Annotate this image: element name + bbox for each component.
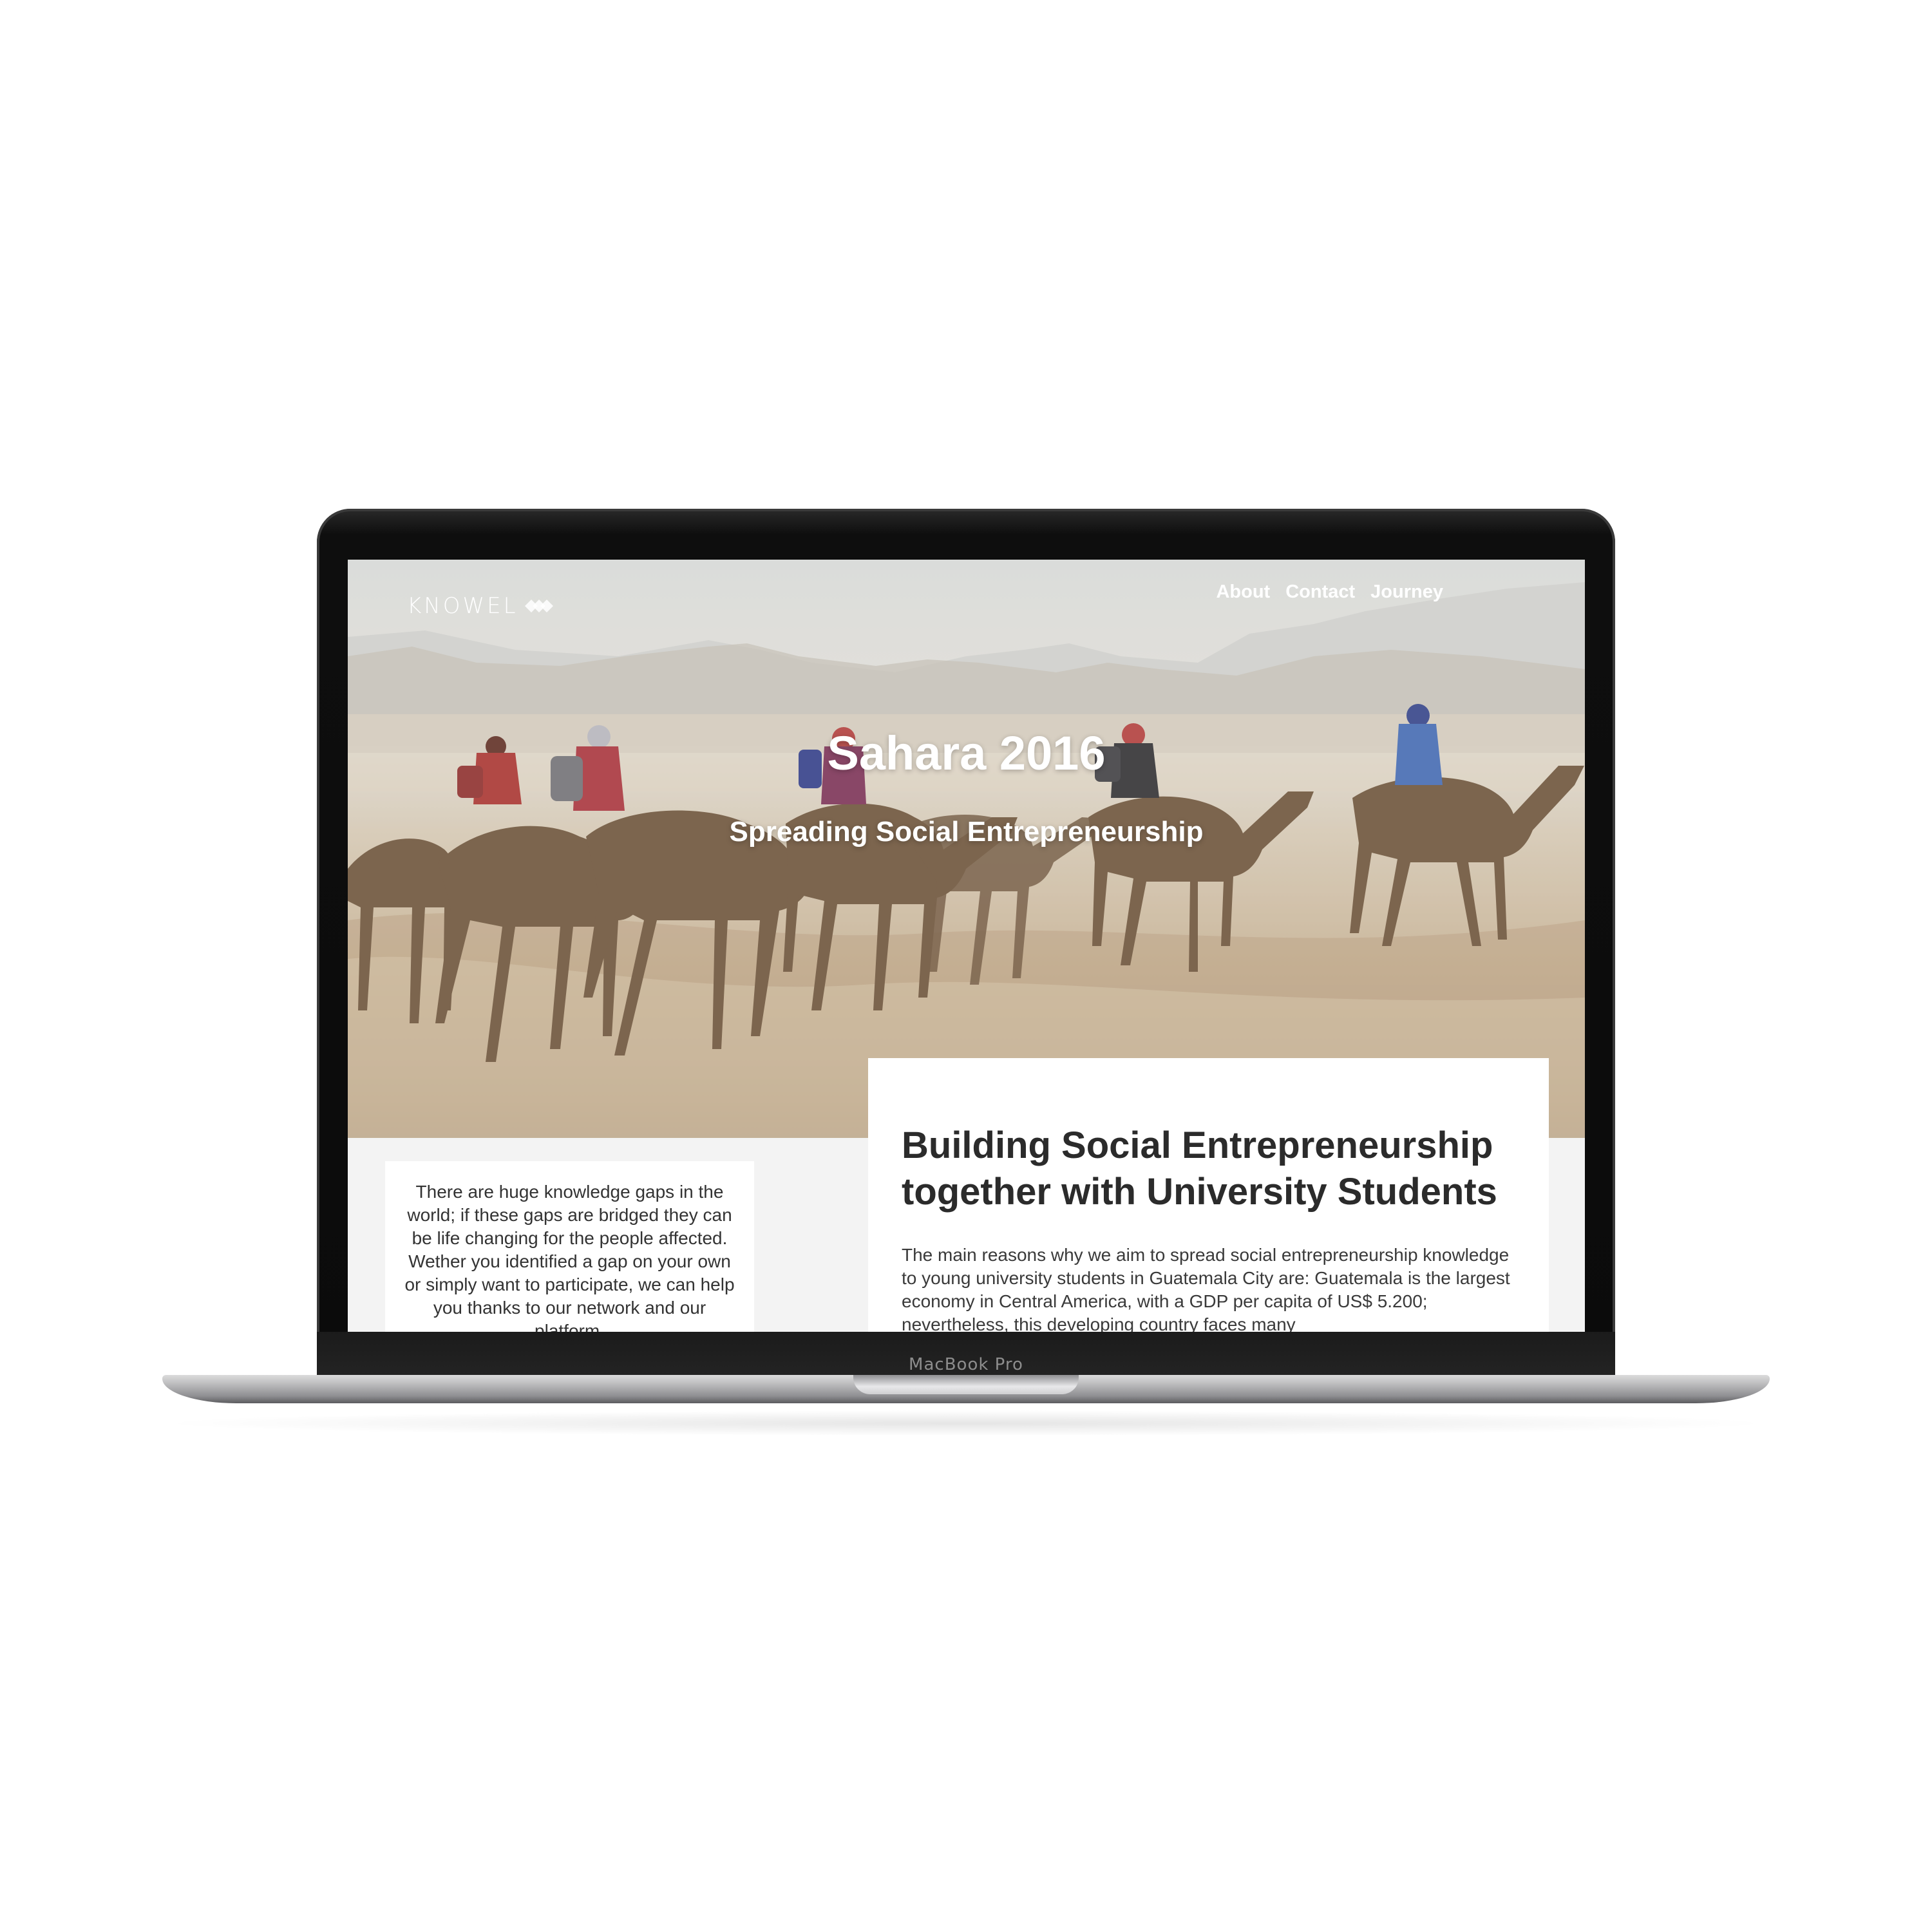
logo-diamond-icon	[524, 600, 553, 612]
laptop-screen: KNOWEL About Contact Journey Sahara 2016…	[348, 560, 1585, 1332]
logo-text: KNOWEL	[407, 593, 518, 619]
hero-banner: KNOWEL About Contact Journey Sahara 2016…	[348, 560, 1585, 1138]
intro-card-text: There are huge knowledge gaps in the wor…	[404, 1182, 735, 1332]
article-heading: Building Social Entrepreneurship togethe…	[902, 1124, 1497, 1213]
article-body: The main reasons why we aim to spread so…	[902, 1245, 1510, 1332]
intro-card: There are huge knowledge gaps in the wor…	[385, 1161, 754, 1332]
article-card: Building Social Entrepreneurship togethe…	[868, 1058, 1549, 1332]
dust-haze	[348, 560, 1585, 1138]
laptop-notch	[853, 1375, 1079, 1394]
nav-link-about[interactable]: About	[1216, 582, 1270, 603]
desert-camel-photo	[348, 560, 1585, 1138]
mockup-stage: KNOWEL About Contact Journey Sahara 2016…	[0, 0, 1932, 1932]
nav-link-journey[interactable]: Journey	[1370, 582, 1443, 603]
laptop-shadow	[155, 1410, 1777, 1436]
device-label: MacBook Pro	[909, 1355, 1023, 1374]
site-logo[interactable]: KNOWEL	[407, 593, 554, 619]
nav-link-contact[interactable]: Contact	[1285, 582, 1355, 603]
hero-subtitle: Spreading Social Entrepreneurship	[729, 816, 1204, 848]
laptop-chin: MacBook Pro	[317, 1332, 1615, 1375]
hero-title: Sahara 2016	[827, 726, 1106, 780]
main-nav: About Contact Journey	[1216, 582, 1443, 603]
